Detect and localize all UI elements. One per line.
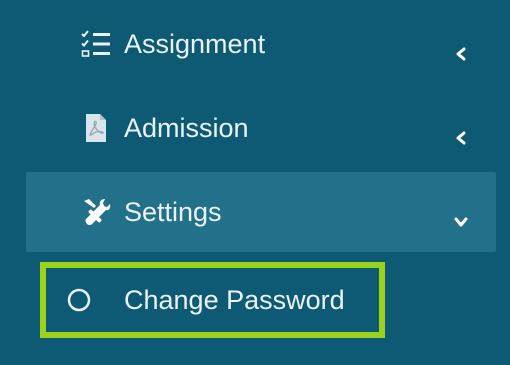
circle-outline-icon xyxy=(66,287,92,313)
sidebar-menu: Assignment Admission Settings Change Pas… xyxy=(0,0,510,365)
sidebar-item-label: Assignment xyxy=(124,28,266,59)
sidebar-item-settings[interactable]: Settings xyxy=(26,172,496,252)
sidebar-item-label: Admission xyxy=(124,112,249,143)
chevron-down-icon xyxy=(454,205,468,227)
list-check-icon xyxy=(81,29,111,59)
sidebar-item-assignment[interactable]: Assignment xyxy=(26,16,496,72)
sidebar-item-admission[interactable]: Admission xyxy=(26,100,496,156)
chevron-left-icon xyxy=(454,37,468,61)
submenu-item-label: Change Password xyxy=(124,284,345,315)
tools-icon xyxy=(81,197,111,227)
sidebar-item-label: Settings xyxy=(124,196,222,227)
chevron-left-icon xyxy=(454,121,468,145)
submenu-item-change-password[interactable]: Change Password xyxy=(40,262,385,338)
pdf-file-icon xyxy=(81,113,111,143)
